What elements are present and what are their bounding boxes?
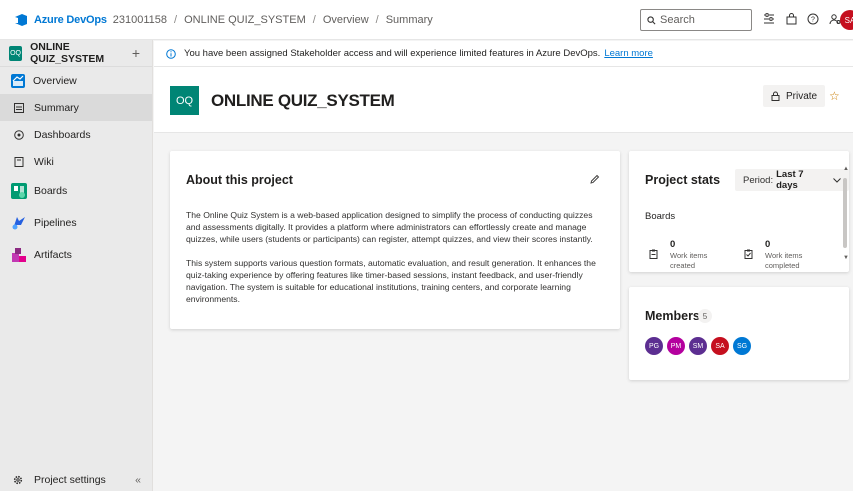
help-icon[interactable]: ? xyxy=(806,12,820,26)
breadcrumb-separator: / xyxy=(174,13,178,26)
summary-icon xyxy=(14,102,24,113)
gear-icon[interactable] xyxy=(13,475,23,485)
sidebar: OQ ONLINE QUIZ_SYSTEM + Overview Summary… xyxy=(0,40,153,491)
stat-value: 0 xyxy=(670,239,676,250)
project-avatar-large: OQ xyxy=(170,86,199,115)
artifacts-icon xyxy=(11,247,27,263)
member-avatar[interactable]: SM xyxy=(689,337,707,355)
sidebar-project-name: ONLINE QUIZ_SYSTEM xyxy=(30,41,105,65)
info-icon xyxy=(166,48,176,59)
about-project-card: About this project The Online Quiz Syste… xyxy=(170,151,620,329)
stakeholder-banner: You have been assigned Stakeholder acces… xyxy=(154,41,853,67)
page-title: ONLINE QUIZ_SYSTEM xyxy=(211,91,395,110)
org-link[interactable]: 231001158 xyxy=(113,14,167,26)
sidebar-item-label: Wiki xyxy=(34,155,54,168)
project-settings-link[interactable]: Project settings xyxy=(34,474,106,486)
stat-work-items-created[interactable]: 0 Work items created xyxy=(643,239,723,272)
chevron-down-icon xyxy=(833,177,841,183)
search-box[interactable] xyxy=(640,9,752,31)
sidebar-item-overview[interactable]: Overview xyxy=(0,67,152,94)
dashboards-icon xyxy=(14,129,24,140)
members-title: Members xyxy=(645,309,700,323)
members-avatar-list: PG PM SM SA SG xyxy=(645,337,751,355)
sidebar-item-summary[interactable]: Summary xyxy=(0,94,152,121)
search-icon xyxy=(647,15,656,25)
member-avatar[interactable]: PG xyxy=(645,337,663,355)
about-description-2: This system supports various question fo… xyxy=(186,258,596,304)
new-item-plus-icon[interactable]: + xyxy=(132,45,140,61)
about-title: About this project xyxy=(186,173,293,187)
private-button[interactable]: Private xyxy=(763,85,826,107)
sidebar-item-dashboards[interactable]: Dashboards xyxy=(0,121,152,148)
edit-pencil-icon[interactable] xyxy=(589,174,600,185)
boards-icon xyxy=(11,183,27,199)
stats-boards-label: Boards xyxy=(645,211,676,222)
user-avatar[interactable]: SA xyxy=(840,10,853,30)
stats-title: Project stats xyxy=(645,173,721,187)
members-card: Members 5 PG PM SM SA SG xyxy=(629,287,849,380)
sidebar-item-wiki[interactable]: Wiki xyxy=(0,148,152,175)
lock-icon xyxy=(771,91,780,101)
marketplace-bag-icon[interactable] xyxy=(784,12,798,26)
member-avatar[interactable]: SG xyxy=(733,337,751,355)
svg-text:?: ? xyxy=(811,17,815,24)
stat-work-items-completed[interactable]: 0 Work items completed xyxy=(738,239,818,272)
work-item-icon xyxy=(649,249,658,259)
sidebar-item-label: Overview xyxy=(33,74,77,87)
top-icons: ? xyxy=(762,12,842,26)
sidebar-item-label: Pipelines xyxy=(34,217,77,229)
sidebar-item-pipelines[interactable]: Pipelines xyxy=(0,207,152,239)
scroll-down-arrow-icon[interactable]: ▼ xyxy=(843,255,849,261)
sidebar-item-boards[interactable]: Boards xyxy=(0,175,152,207)
settings-list-icon[interactable] xyxy=(762,12,776,26)
stat-label: Work items completed xyxy=(765,251,803,270)
search-input[interactable] xyxy=(660,14,750,26)
banner-message: You have been assigned Stakeholder acces… xyxy=(184,48,601,59)
breadcrumb-overview[interactable]: Overview xyxy=(323,14,369,26)
breadcrumb-separator: / xyxy=(375,13,379,26)
wiki-icon xyxy=(14,156,24,167)
private-label: Private xyxy=(786,90,818,102)
collapse-sidebar-icon[interactable]: « xyxy=(135,474,141,486)
breadcrumb-summary[interactable]: Summary xyxy=(386,14,433,26)
top-bar: Azure DevOps 231001158 / ONLINE QUIZ_SYS… xyxy=(0,0,853,40)
project-avatar: OQ xyxy=(9,45,23,61)
member-avatar[interactable]: SA xyxy=(711,337,729,355)
sidebar-item-label: Summary xyxy=(34,101,79,114)
project-header: OQ ONLINE QUIZ_SYSTEM Private ☆ xyxy=(154,67,853,133)
sidebar-item-label: Dashboards xyxy=(34,128,91,141)
period-prefix: Period: xyxy=(743,174,774,186)
pipelines-icon xyxy=(11,215,27,231)
sidebar-item-artifacts[interactable]: Artifacts xyxy=(0,239,152,271)
work-item-icon xyxy=(744,249,753,259)
project-stats-card: Project stats Period: Last 7 days Boards… xyxy=(629,151,849,272)
brand-link[interactable]: Azure DevOps xyxy=(34,14,107,26)
sidebar-project-header[interactable]: OQ ONLINE QUIZ_SYSTEM + xyxy=(0,40,152,67)
period-value: Last 7 days xyxy=(776,169,804,191)
favorite-star-icon[interactable]: ☆ xyxy=(829,89,840,103)
members-count-badge: 5 xyxy=(698,309,712,323)
breadcrumb-separator: / xyxy=(312,13,316,26)
sidebar-footer: Project settings « xyxy=(0,469,153,491)
scroll-up-arrow-icon[interactable]: ▲ xyxy=(843,166,849,172)
sidebar-item-label: Artifacts xyxy=(34,249,72,261)
about-description-1: The Online Quiz System is a web-based ap… xyxy=(186,210,593,244)
period-dropdown[interactable]: Period: Last 7 days xyxy=(735,169,849,191)
azure-devops-logo-icon[interactable] xyxy=(14,13,28,27)
stat-value: 0 xyxy=(765,239,771,250)
overview-icon xyxy=(11,73,25,88)
stat-label: Work items created xyxy=(670,251,708,270)
stats-scrollbar-thumb[interactable] xyxy=(843,178,847,248)
learn-more-link[interactable]: Learn more xyxy=(604,48,653,59)
member-avatar[interactable]: PM xyxy=(667,337,685,355)
sidebar-item-label: Boards xyxy=(34,185,68,197)
breadcrumb-project[interactable]: ONLINE QUIZ_SYSTEM xyxy=(184,14,306,26)
